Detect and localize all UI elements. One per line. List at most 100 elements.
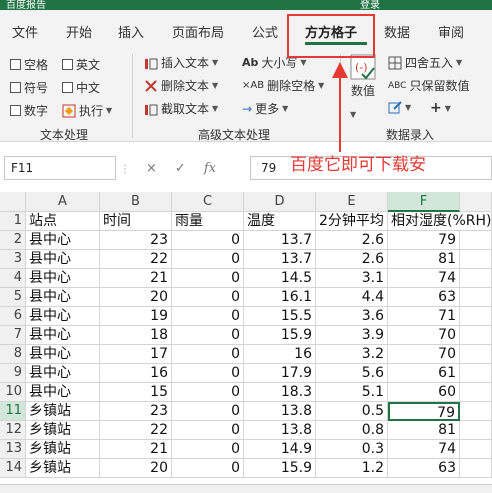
table-cell[interactable]: 3.2 — [316, 345, 388, 364]
remove-space-button[interactable]: ×AB 删除空格 ▼ — [242, 77, 324, 94]
table-cell[interactable]: 79 — [388, 231, 460, 250]
table-cell[interactable] — [460, 326, 492, 345]
column-header-a[interactable]: A — [26, 192, 100, 212]
row-header[interactable]: 3 — [0, 250, 26, 269]
table-cell[interactable]: 22 — [100, 250, 172, 269]
table-cell[interactable]: 0 — [172, 383, 244, 402]
table-cell[interactable]: 县中心 — [26, 250, 100, 269]
edit-button[interactable]: ▼ — [388, 100, 411, 114]
table-cell[interactable]: 2.6 — [316, 231, 388, 250]
table-cell[interactable]: 4.4 — [316, 288, 388, 307]
table-cell[interactable]: 15.9 — [244, 326, 316, 345]
header-cell[interactable]: 雨量 — [172, 212, 244, 231]
checkbox-chinese[interactable]: 中文 — [62, 79, 100, 96]
more-button[interactable]: → 更多 ▼ — [242, 100, 288, 117]
row-header[interactable]: 6 — [0, 307, 26, 326]
table-cell[interactable] — [460, 345, 492, 364]
table-cell[interactable]: 16 — [244, 345, 316, 364]
table-cell[interactable]: 13.8 — [244, 421, 316, 440]
confirm-icon[interactable]: ✓ — [175, 161, 186, 176]
table-cell[interactable]: 74 — [388, 440, 460, 459]
table-cell[interactable]: 0 — [172, 231, 244, 250]
table-cell[interactable]: 乡镇站 — [26, 421, 100, 440]
table-cell[interactable]: 13.7 — [244, 250, 316, 269]
table-cell[interactable]: 0 — [172, 459, 244, 478]
header-cell[interactable]: 相对湿度(%RH) — [388, 212, 492, 231]
row-header[interactable]: 12 — [0, 421, 26, 440]
header-cell[interactable]: 时间 — [100, 212, 172, 231]
table-cell[interactable]: 0 — [172, 288, 244, 307]
table-cell[interactable]: 0 — [172, 269, 244, 288]
table-cell[interactable]: 20 — [100, 288, 172, 307]
table-cell[interactable]: 23 — [100, 231, 172, 250]
table-cell[interactable] — [460, 440, 492, 459]
table-cell[interactable]: 0 — [172, 421, 244, 440]
row-header[interactable]: 4 — [0, 269, 26, 288]
table-cell[interactable]: 63 — [388, 459, 460, 478]
table-cell[interactable]: 0 — [172, 307, 244, 326]
table-cell[interactable]: 17.9 — [244, 364, 316, 383]
login-link[interactable]: 登录 — [360, 0, 380, 10]
table-cell[interactable] — [460, 307, 492, 326]
table-cell[interactable] — [460, 459, 492, 478]
table-cell[interactable]: 3.6 — [316, 307, 388, 326]
insert-text-button[interactable]: 插入文本 ▼ — [144, 54, 218, 71]
header-cell[interactable]: 2分钟平均 — [316, 212, 388, 231]
row-header[interactable]: 1 — [0, 212, 26, 231]
checkbox-english[interactable]: 英文 — [62, 56, 100, 73]
table-cell[interactable]: 0 — [172, 326, 244, 345]
table-cell[interactable]: 13.7 — [244, 231, 316, 250]
table-cell[interactable]: 16.1 — [244, 288, 316, 307]
table-cell[interactable]: 15.5 — [244, 307, 316, 326]
table-cell[interactable]: 县中心 — [26, 345, 100, 364]
checkbox-number[interactable]: 数字 — [10, 102, 48, 119]
table-cell[interactable]: 17 — [100, 345, 172, 364]
table-cell[interactable]: 20 — [100, 459, 172, 478]
active-cell[interactable]: 79 — [388, 402, 460, 421]
row-header[interactable]: 8 — [0, 345, 26, 364]
checkbox-symbol[interactable]: 符号 — [10, 79, 48, 96]
checkbox-space[interactable]: 空格 — [10, 56, 48, 73]
table-cell[interactable]: 21 — [100, 269, 172, 288]
row-header[interactable]: 13 — [0, 440, 26, 459]
table-cell[interactable]: 60 — [388, 383, 460, 402]
table-cell[interactable]: 13.8 — [244, 402, 316, 421]
table-cell[interactable]: 15.9 — [244, 459, 316, 478]
execute-button[interactable]: 执行 ▼ — [62, 102, 112, 119]
select-all-corner[interactable] — [0, 192, 26, 212]
table-cell[interactable]: 15 — [100, 383, 172, 402]
table-cell[interactable]: 70 — [388, 345, 460, 364]
table-cell[interactable]: 21 — [100, 440, 172, 459]
column-header-next[interactable] — [460, 192, 492, 212]
table-cell[interactable]: 0 — [172, 345, 244, 364]
table-cell[interactable]: 61 — [388, 364, 460, 383]
round-button[interactable]: 四舍五入 ▼ — [388, 54, 462, 71]
table-cell[interactable]: 0.3 — [316, 440, 388, 459]
table-cell[interactable]: 县中心 — [26, 364, 100, 383]
tab-data[interactable]: 数据 — [384, 22, 410, 41]
table-cell[interactable]: 0 — [172, 402, 244, 421]
table-cell[interactable]: 县中心 — [26, 269, 100, 288]
tab-review[interactable]: 审阅 — [438, 22, 464, 41]
name-box[interactable]: F11 — [4, 156, 116, 180]
row-header[interactable]: 5 — [0, 288, 26, 307]
row-header[interactable]: 9 — [0, 364, 26, 383]
table-cell[interactable]: 18 — [100, 326, 172, 345]
table-cell[interactable]: 县中心 — [26, 288, 100, 307]
tab-formulas[interactable]: 公式 — [252, 22, 278, 41]
table-cell[interactable]: 14.9 — [244, 440, 316, 459]
column-header-b[interactable]: B — [100, 192, 172, 212]
table-cell[interactable]: 乡镇站 — [26, 440, 100, 459]
row-header[interactable]: 11 — [0, 402, 26, 421]
table-cell[interactable]: 县中心 — [26, 383, 100, 402]
table-cell[interactable]: 县中心 — [26, 231, 100, 250]
table-cell[interactable]: 0.5 — [316, 402, 388, 421]
extract-text-button[interactable]: 截取文本 ▼ — [144, 100, 218, 117]
table-cell[interactable] — [460, 231, 492, 250]
tab-insert[interactable]: 插入 — [118, 22, 144, 41]
table-cell[interactable]: 19 — [100, 307, 172, 326]
row-header[interactable]: 2 — [0, 231, 26, 250]
table-cell[interactable]: 县中心 — [26, 307, 100, 326]
table-cell[interactable]: 74 — [388, 269, 460, 288]
table-cell[interactable] — [460, 364, 492, 383]
